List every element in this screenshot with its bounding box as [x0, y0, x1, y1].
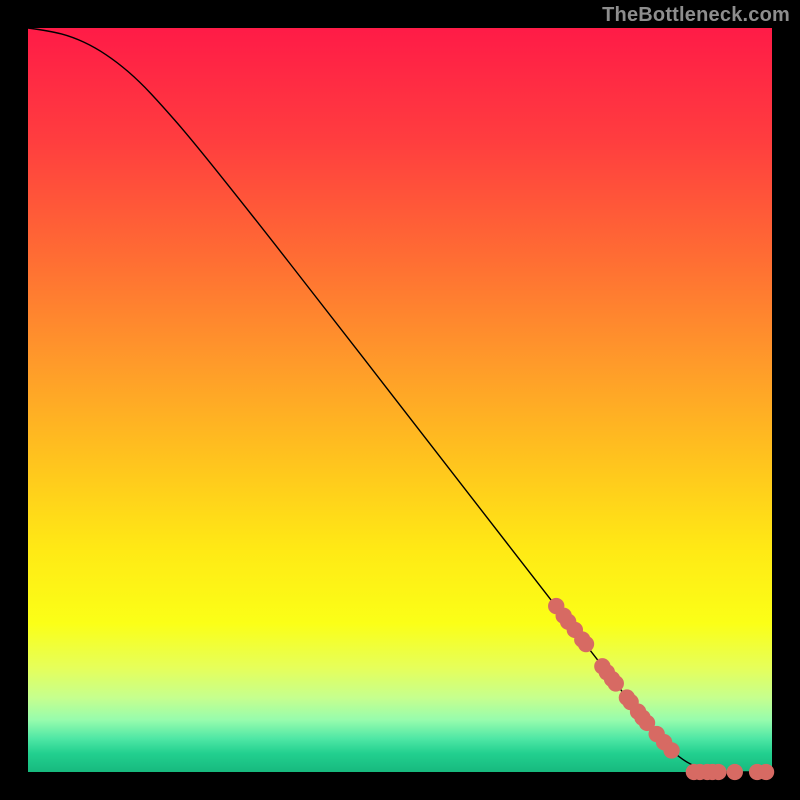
marker-point — [663, 742, 679, 758]
marker-point — [758, 764, 774, 780]
attribution-label: TheBottleneck.com — [602, 4, 790, 27]
marker-point — [710, 764, 726, 780]
plot-background — [28, 28, 772, 772]
bottleneck-chart — [0, 0, 800, 800]
marker-point — [578, 636, 594, 652]
marker-point — [727, 764, 743, 780]
marker-point — [608, 675, 624, 691]
chart-root: TheBottleneck.com — [0, 0, 800, 800]
